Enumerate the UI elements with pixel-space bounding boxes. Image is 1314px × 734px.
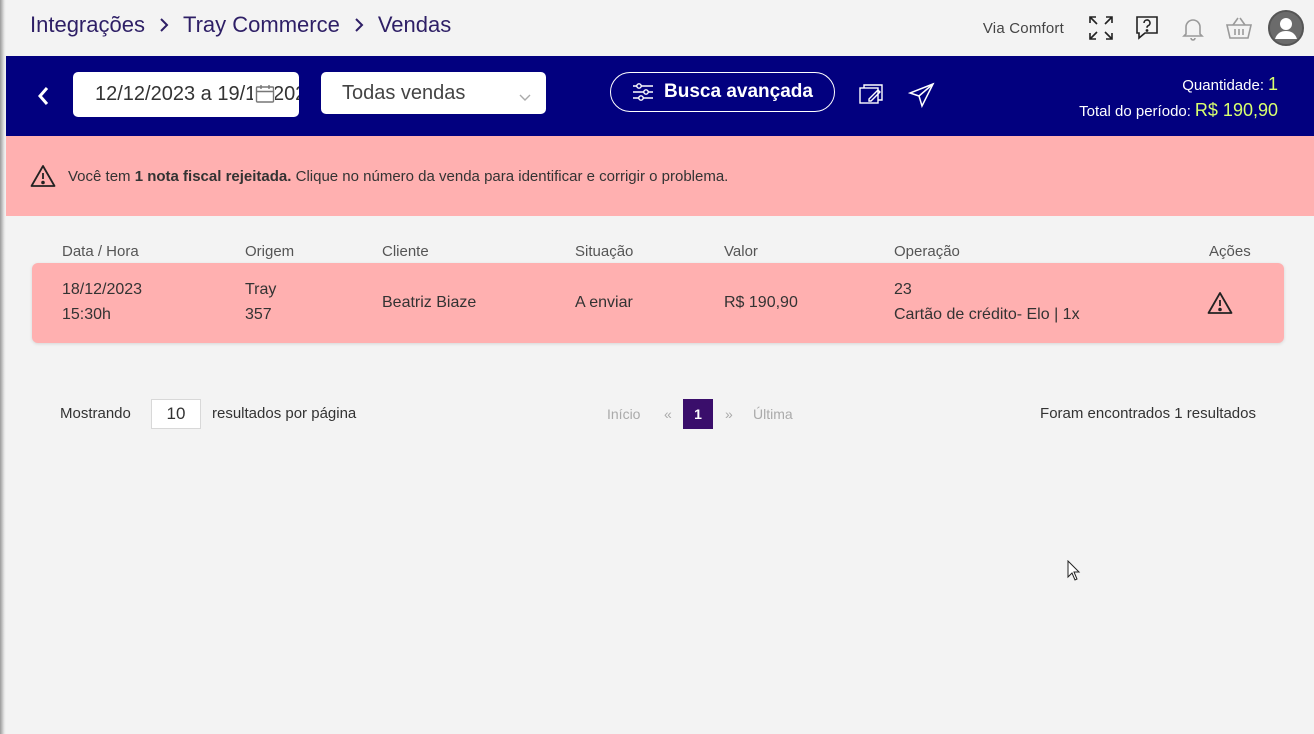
per-page-input[interactable]: 10 <box>151 399 201 429</box>
table-header: Data / Hora Origem Cliente Situação Valo… <box>0 243 1314 261</box>
page-prev[interactable]: « <box>664 406 672 422</box>
user-avatar-icon[interactable] <box>1268 10 1304 46</box>
col-header-actions: Ações <box>1209 243 1251 260</box>
basket-icon[interactable] <box>1224 13 1254 43</box>
page-first[interactable]: Início <box>607 406 640 422</box>
sale-status: A enviar <box>575 294 633 311</box>
col-header-client: Cliente <box>382 243 429 260</box>
col-header-value: Valor <box>724 243 758 260</box>
filter-toolbar: 12/12/2023 a 19/12/2023 Todas vendas Bus… <box>0 56 1314 136</box>
alert-suffix: Clique no número da venda para identific… <box>291 167 729 185</box>
quantity-label: Quantidade: <box>1182 77 1264 94</box>
rejected-invoice-alert: Você tem 1 nota fiscal rejeitada. Clique… <box>0 136 1314 216</box>
breadcrumb-integracoes[interactable]: Integrações <box>30 12 145 38</box>
expand-icon[interactable] <box>1086 13 1116 43</box>
total-label: Total do período: <box>1079 103 1191 120</box>
mouse-cursor-icon <box>1067 559 1081 587</box>
sale-time: 15:30h <box>62 306 111 323</box>
header-actions: Via Comfort <box>983 6 1314 50</box>
col-header-date: Data / Hora <box>62 243 139 260</box>
date-range-input[interactable]: 12/12/2023 a 19/12/2023 <box>73 72 299 117</box>
advanced-search-label: Busca avançada <box>664 81 813 102</box>
operation-description: Cartão de crédito- Elo | 1x <box>894 306 1080 323</box>
chevron-down-icon <box>518 86 532 109</box>
window-edge-shadow <box>0 0 6 734</box>
cell-origin: Tray 357 <box>245 277 276 327</box>
total-value: R$ 190,90 <box>1194 100 1278 120</box>
pagination-bar: Mostrando 10 resultados por página Iníci… <box>0 398 1314 430</box>
alert-text: Você tem 1 nota fiscal rejeitada. Clique… <box>68 168 728 185</box>
edit-invoice-icon[interactable] <box>858 82 886 113</box>
sale-client: Beatriz Biaze <box>382 294 477 311</box>
alert-bold: 1 nota fiscal rejeitada. <box>134 167 292 185</box>
sale-value: R$ 190,90 <box>724 294 798 311</box>
store-name[interactable]: Via Comfort <box>983 20 1064 37</box>
send-icon[interactable] <box>907 82 936 113</box>
results-count: Foram encontrados 1 resultados <box>1040 405 1256 422</box>
operation-id: 23 <box>894 281 912 298</box>
calendar-icon[interactable] <box>253 84 275 110</box>
col-header-operation: Operação <box>894 243 960 260</box>
sales-filter-select[interactable]: Todas vendas <box>321 72 546 114</box>
sale-date: 18/12/2023 <box>62 281 143 298</box>
breadcrumb: Integrações Tray Commerce Vendas <box>30 12 451 38</box>
back-arrow-icon[interactable] <box>36 82 56 110</box>
bell-icon[interactable] <box>1178 13 1208 43</box>
sales-filter-value: Todas vendas <box>342 81 466 104</box>
page-next[interactable]: » <box>725 406 733 422</box>
chevron-right-icon <box>159 17 169 33</box>
cell-date-time: 18/12/2023 15:30h <box>62 277 142 327</box>
chevron-right-icon <box>354 17 364 33</box>
col-header-origin: Origem <box>245 243 295 260</box>
top-bar: Integrações Tray Commerce Vendas Via Com… <box>0 0 1314 56</box>
advanced-search-button[interactable]: Busca avançada <box>610 72 835 112</box>
sale-number-link[interactable]: 357 <box>245 302 276 327</box>
breadcrumb-tray-commerce[interactable]: Tray Commerce <box>183 12 340 38</box>
alert-prefix: Você tem <box>68 167 135 185</box>
table-row[interactable]: 18/12/2023 15:30h Tray 357 Beatriz Biaze… <box>32 263 1284 343</box>
page-last[interactable]: Última <box>753 406 793 422</box>
quantity-value: 1 <box>1267 74 1278 94</box>
sale-origin: Tray <box>245 281 277 298</box>
period-totals: Quantidade: 1 Total do período: R$ 190,9… <box>1079 74 1278 126</box>
page-current[interactable]: 1 <box>683 399 713 429</box>
warning-action-icon[interactable] <box>1207 291 1233 323</box>
breadcrumb-vendas: Vendas <box>377 12 452 37</box>
cell-operation: 23 Cartão de crédito- Elo | 1x <box>894 277 1080 327</box>
showing-label: Mostrando <box>60 405 131 422</box>
warning-icon <box>30 164 68 188</box>
per-page-suffix: resultados por página <box>212 405 357 422</box>
help-icon[interactable] <box>1132 13 1162 43</box>
col-header-status: Situação <box>575 243 634 260</box>
sliders-icon <box>632 82 664 102</box>
